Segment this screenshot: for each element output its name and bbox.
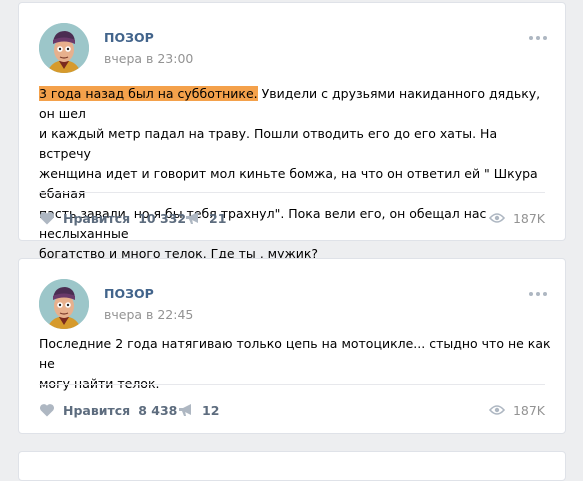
like-label: Нравится [63,210,131,226]
share-button[interactable]: 12 [178,398,219,422]
post-actions: Нравится 8 438 12 187K [39,398,545,422]
avatar[interactable] [39,279,89,329]
like-button[interactable]: Нравится 10 332 [39,206,186,230]
views-count: 187K [512,402,545,418]
post-date[interactable]: вчера в 22:45 [104,307,193,322]
post-author[interactable]: ПОЗОР [104,30,154,45]
post-text: 3 года назад был на субботнике. Увидели … [39,84,553,264]
eye-icon [488,213,505,223]
post-actions: Нравится 10 332 21 187K [39,206,545,230]
post-card: ПОЗОР вчера в 23:00 3 года назад был на … [18,2,566,261]
like-label: Нравится [63,402,131,418]
divider [39,384,545,385]
share-count: 21 [209,210,227,226]
post-text-body: Увидели с друзьями накиданного дядьку, о… [39,86,541,261]
heart-icon [39,212,55,225]
eye-icon [488,405,505,415]
share-count: 12 [202,402,220,418]
like-count: 10 332 [138,210,187,226]
divider [39,192,545,193]
more-dots-icon[interactable] [529,35,547,41]
megaphone-icon [179,404,191,416]
heart-icon [39,404,55,417]
views-count: 187K [512,210,545,226]
post-card: ПОЗОР вчера в 22:45 Последние 2 года нат… [18,258,566,434]
more-dots-icon[interactable] [529,291,547,297]
like-button[interactable]: Нравится 8 438 [39,398,177,422]
megaphone-icon [186,212,198,224]
views-counter: 187K [488,398,545,422]
post-author[interactable]: ПОЗОР [104,286,154,301]
post-text: Последние 2 года натягиваю только цепь н… [39,336,551,391]
highlighted-text: 3 года назад был на субботнике. [39,86,258,101]
post-date[interactable]: вчера в 23:00 [104,51,193,66]
post-card [18,451,566,481]
avatar[interactable] [39,23,89,73]
share-button[interactable]: 21 [185,206,226,230]
views-counter: 187K [488,206,545,230]
like-count: 8 438 [138,402,178,418]
